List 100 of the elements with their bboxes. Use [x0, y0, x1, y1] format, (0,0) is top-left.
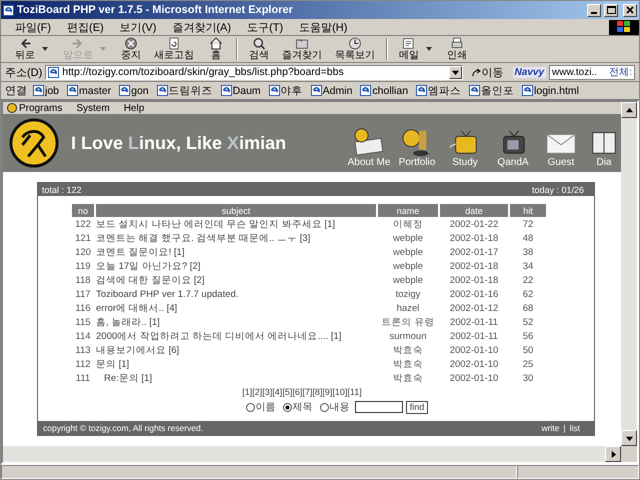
- search-input[interactable]: [354, 401, 403, 413]
- post-link[interactable]: 코멘트는 해결 했구요. 검색부분 때문에.. ㅡㅜ [3]: [96, 232, 310, 244]
- column-header: date: [440, 204, 508, 217]
- page-icon: [48, 66, 60, 78]
- table-cell-text: 2002-01-12: [448, 302, 500, 315]
- post-link[interactable]: 오늘 17일 아닌가요? [2]: [96, 260, 200, 272]
- logo-icon: [9, 118, 59, 168]
- nav-button[interactable]: Dia: [587, 127, 621, 168]
- link-button[interactable]: job: [29, 84, 64, 96]
- up-arrow-icon[interactable]: [626, 106, 632, 114]
- toolbar-button[interactable]: 즐겨찾기: [276, 36, 328, 62]
- table-cell-text: 50: [522, 344, 534, 357]
- page-link[interactable]: [3]: [262, 387, 272, 397]
- link-button[interactable]: Daum: [216, 84, 265, 96]
- table-cell-text: webple: [392, 232, 424, 245]
- maximize-icon: [606, 6, 616, 14]
- horizontal-scrollbar[interactable]: [3, 446, 621, 462]
- link-button[interactable]: master: [63, 84, 116, 96]
- link-button[interactable]: Admin: [306, 84, 356, 96]
- radio-icon[interactable]: [246, 402, 255, 412]
- toolbar-button[interactable]: 메일: [393, 36, 425, 62]
- table-cell-text: 2002-01-16: [448, 288, 500, 301]
- page-link[interactable]: [2]: [252, 387, 262, 397]
- table-cell-text: 114: [74, 330, 92, 343]
- toolbar-button[interactable]: 새로고침: [148, 36, 200, 62]
- toolbar-button[interactable]: 검색: [243, 36, 275, 62]
- post-link[interactable]: 보드 설치시 나타난 에러인데 무슨 말인지 봐주세요 [1]: [96, 218, 336, 230]
- page-link[interactable]: [9]: [322, 387, 332, 397]
- page-link[interactable]: [10]: [332, 387, 348, 397]
- footer-link[interactable]: write: [541, 423, 560, 433]
- menu-item[interactable]: 즐겨찾기(A): [164, 20, 240, 34]
- menu-item[interactable]: 편집(E): [59, 20, 112, 34]
- close-button[interactable]: [623, 4, 637, 16]
- vertical-scrollbar[interactable]: [621, 102, 637, 462]
- links-label: 연결: [5, 84, 27, 98]
- menu-item[interactable]: Programs: [7, 102, 62, 114]
- post-link[interactable]: 2000에서 작업하려고 하는데 디비에서 에러나네요.... [1]: [96, 330, 342, 342]
- menu-item[interactable]: 도움말(H): [291, 20, 356, 34]
- url-text: http://tozigy.com/toziboard/skin/gray_bbs/list.php?board=bbs: [62, 66, 344, 78]
- maximize-button[interactable]: [604, 4, 618, 16]
- site-title: I Love Linux, Like Ximian: [71, 132, 286, 154]
- address-field[interactable]: http://tozigy.com/toziboard/skin/gray_bbs/list.php?board=bbs: [45, 64, 463, 80]
- post-link[interactable]: Toziboard PHP ver 1.7.7 updated.: [96, 288, 238, 300]
- menu-item[interactable]: 보기(V): [112, 20, 164, 34]
- separator-text: |: [563, 423, 566, 433]
- toolbar-button[interactable]: 뒤로: [9, 36, 41, 62]
- page-link[interactable]: [4]: [272, 387, 282, 397]
- toolbar-button[interactable]: 중지: [115, 36, 147, 62]
- search-option[interactable]: 이름: [244, 400, 278, 414]
- toolbar-button[interactable]: 홈: [201, 36, 231, 62]
- minimize-button[interactable]: [587, 4, 601, 16]
- radio-icon[interactable]: [282, 402, 292, 412]
- page-link[interactable]: [5]: [282, 387, 292, 397]
- page-link[interactable]: [1]: [242, 387, 252, 397]
- post-link[interactable]: 문의 [1]: [96, 358, 130, 370]
- post-link[interactable]: 내용보기에서요 [6]: [96, 344, 180, 356]
- post-link[interactable]: 흠, 놀래라.. [1]: [96, 316, 160, 328]
- post-link[interactable]: 코멘트 질문이요! [1]: [96, 246, 184, 258]
- table-cell-text: 22: [522, 274, 534, 287]
- search-option[interactable]: 내용: [318, 400, 352, 414]
- post-link[interactable]: 검색에 대한 질문이요 [2]: [96, 274, 204, 286]
- search-field[interactable]: www.tozi.. 전체:: [549, 64, 635, 80]
- link-button[interactable]: 드림위즈: [152, 84, 217, 98]
- search-option[interactable]: 제목: [280, 400, 315, 414]
- link-button[interactable]: chollian: [356, 84, 412, 96]
- page-link[interactable]: [11]: [347, 387, 362, 397]
- link-button[interactable]: login.html: [518, 84, 583, 96]
- link-button[interactable]: gon: [115, 84, 153, 96]
- right-arrow-icon[interactable]: [610, 450, 616, 458]
- nav-button[interactable]: About Me: [347, 127, 391, 168]
- nav-button[interactable]: Guest: [539, 127, 583, 168]
- link-button[interactable]: 야후: [264, 84, 307, 98]
- footer-link[interactable]: list: [570, 423, 580, 433]
- caret-icon[interactable]: [42, 47, 48, 51]
- menu-item[interactable]: 도구(T): [239, 20, 292, 34]
- page-link[interactable]: [7]: [302, 387, 312, 397]
- go-button[interactable]: 이동: [466, 64, 510, 80]
- toolbar-button[interactable]: 인쇄: [441, 36, 473, 62]
- page-link[interactable]: [6]: [292, 387, 302, 397]
- toolbar-button[interactable]: 목록보기: [329, 36, 381, 62]
- find-button[interactable]: find: [406, 400, 428, 414]
- post-link[interactable]: Re:문의 [1]: [96, 372, 152, 384]
- nav-button[interactable]: QandA: [491, 127, 535, 168]
- down-arrow-icon[interactable]: [626, 434, 632, 442]
- table-cell-text: hazel: [396, 302, 420, 315]
- dropdown-button[interactable]: [448, 66, 462, 78]
- link-button[interactable]: 엠파스: [412, 84, 466, 98]
- radio-icon[interactable]: [320, 402, 329, 412]
- page-link[interactable]: [8]: [312, 387, 322, 397]
- menu-item[interactable]: 파일(F): [7, 20, 60, 34]
- table-cell-text: 52: [522, 316, 534, 329]
- link-button[interactable]: 올인포: [465, 84, 518, 98]
- copyright-text: copyright © tozigy.com, All rights reserved.: [43, 423, 204, 433]
- caret-icon[interactable]: [426, 47, 432, 51]
- nav-button[interactable]: Study: [443, 127, 487, 168]
- menu-item[interactable]: System: [76, 102, 110, 114]
- table-cell-text: 72: [522, 218, 534, 231]
- post-link[interactable]: error에 대해서.. [4]: [96, 302, 178, 314]
- menu-item[interactable]: Help: [124, 102, 144, 114]
- nav-button[interactable]: Portfolio: [395, 127, 439, 168]
